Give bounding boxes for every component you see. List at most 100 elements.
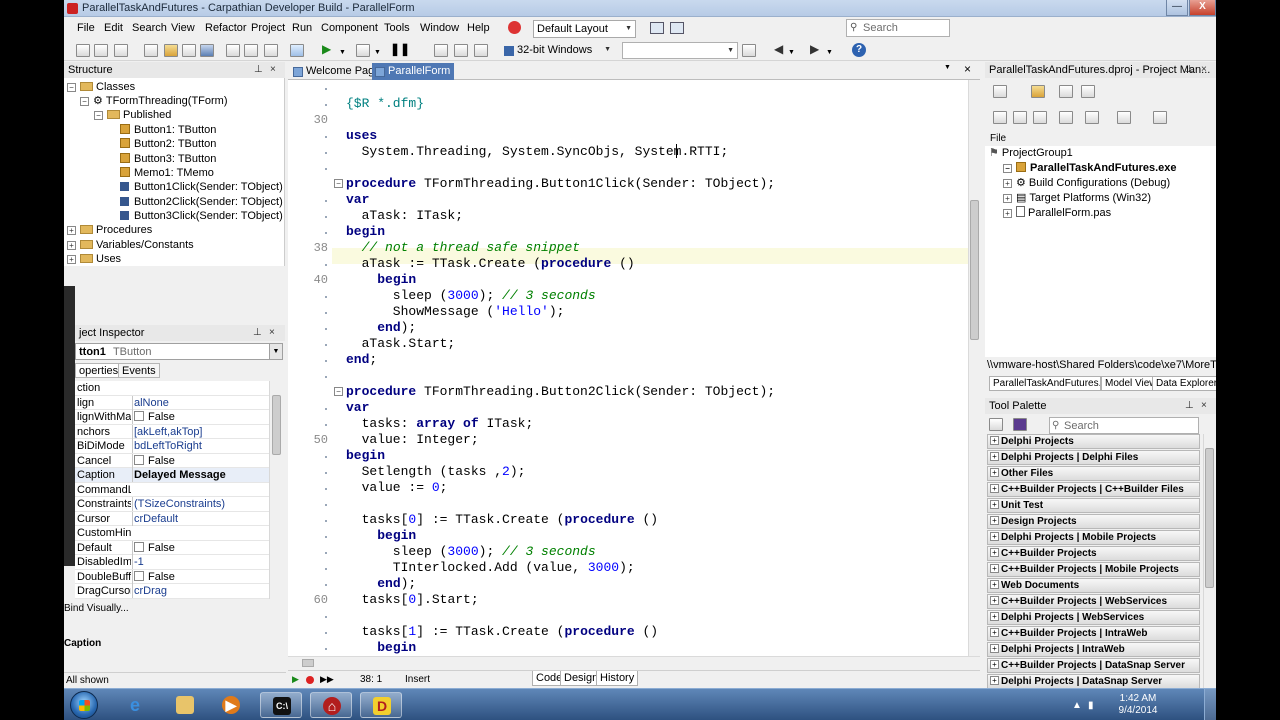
tree-item-method[interactable]: Button1Click(Sender: TObject) [120,180,283,194]
back-arrow-icon[interactable]: ◀ [774,42,783,56]
palette-category[interactable]: + Delphi Projects [987,434,1200,449]
tree-item-method[interactable]: Button3Click(Sender: TObject) [120,209,283,223]
remove-icon[interactable] [1059,85,1073,98]
expand-icon[interactable]: + [990,484,999,493]
expand-icon[interactable]: + [990,580,999,589]
palette-category[interactable]: + C++Builder Projects | Mobile Projects [987,562,1200,577]
tab-welcome-page[interactable]: Welcome Page [290,63,384,80]
expand-icon[interactable]: + [990,452,999,461]
property-row[interactable]: Cancel False [75,453,269,468]
tree-item-class[interactable]: − ⚙ TFormThreading(TForm) [80,94,228,108]
expand-icon[interactable]: + [67,226,76,235]
palette-category[interactable]: + Other Files [987,466,1200,481]
tab-events[interactable]: Events [118,363,160,378]
property-row[interactable]: Constraints (TSizeConstraints) [75,497,269,512]
property-value[interactable]: [akLeft,akTop] [132,424,269,439]
property-scrollbar[interactable] [269,381,283,599]
sort-icon[interactable] [1059,111,1073,124]
property-value[interactable]: False [132,569,269,584]
palette-category[interactable]: + C++Builder Projects | DataSnap Server [987,658,1200,673]
macro-play-icon[interactable]: ▶▶ [320,674,334,685]
property-row[interactable]: lign alNone [75,395,269,410]
tab-data-explorer[interactable]: Data Explorer [1152,376,1216,391]
collapse-icon[interactable]: − [67,83,76,92]
scroll-thumb[interactable] [302,659,314,667]
bind-visually-link[interactable]: Bind Visually... [64,603,129,614]
scroll-thumb[interactable] [272,395,281,455]
step-over-icon[interactable] [454,44,468,57]
property-value[interactable]: crDrag [132,584,269,598]
play-icon[interactable]: ▶ [292,674,299,685]
property-row[interactable]: Caption Delayed Message [75,468,269,483]
layout-select[interactable]: Default Layout ▼ [533,20,636,38]
palette-scrollbar[interactable] [1203,434,1216,688]
collapse-icon[interactable]: − [94,111,103,120]
editor-vertical-scrollbar[interactable] [968,80,981,656]
close-icon[interactable]: × [1201,400,1207,411]
help-icon[interactable]: ? [852,43,866,57]
checkbox[interactable] [134,411,144,421]
expand-icon[interactable]: + [990,500,999,509]
menu-help[interactable]: Help [467,22,490,34]
tree-item-uses[interactable]: + Uses [67,252,121,266]
menu-run[interactable]: Run [292,22,312,34]
expand-icon[interactable]: + [1003,194,1012,203]
open-icon[interactable] [144,44,158,57]
palette-search-input[interactable]: ⚲ Search [1049,417,1199,434]
expand-icon[interactable]: + [990,612,999,621]
fold-icon[interactable]: − [334,179,343,188]
ide-search-input[interactable]: ⚲ Search [846,19,950,37]
property-value[interactable]: alNone [132,395,269,410]
menu-file[interactable]: File [77,22,95,34]
palette-category[interactable]: + Delphi Projects | WebServices [987,610,1200,625]
palette-category[interactable]: + Design Projects [987,514,1200,529]
property-row[interactable]: CommandLi [75,483,269,497]
tab-parallel-form[interactable]: ParallelForm [372,63,455,80]
chevron-down-icon[interactable]: ▼ [788,46,795,60]
scroll-thumb[interactable] [970,200,979,340]
menu-search[interactable]: Search [132,22,167,34]
tab-properties[interactable]: operties [75,363,123,378]
property-row[interactable]: DisabledIma-1 [75,555,269,570]
record-icon[interactable] [508,21,521,34]
expand-icon[interactable]: + [990,628,999,637]
new-items-icon[interactable] [94,44,108,57]
palette-category[interactable]: + C++Builder Projects | C++Builder Files [987,482,1200,497]
tab-history[interactable]: History [596,671,639,686]
pause-icon[interactable]: ❚❚ [390,42,410,56]
close-tab-icon[interactable]: × [964,62,971,76]
save-icon[interactable] [200,44,214,57]
run-icon[interactable]: ▶ [322,42,331,56]
show-hidden-icons[interactable]: ▲ [1072,700,1082,711]
property-row[interactable]: DoubleBuffe False [75,569,269,584]
project-child-item[interactable]: + ▤ Target Platforms (Win32) [1003,191,1151,206]
minimize-button[interactable]: — [1166,0,1188,16]
record-macro-icon[interactable] [306,676,314,684]
chevron-down-icon[interactable]: ▼ [374,46,381,60]
property-row[interactable]: BiDiMode bdLeftToRight [75,439,269,454]
property-row[interactable]: lignWithMa False [75,410,269,425]
property-value[interactable]: False [132,410,269,424]
expand-icon[interactable]: + [990,676,999,685]
palette-category[interactable]: + C++Builder Projects | IntraWeb [987,626,1200,641]
tree-item-member[interactable]: Button2: TButton [120,137,216,151]
collapsed-side-bar[interactable] [64,286,75,566]
network-icon[interactable]: ▮ [1088,700,1094,711]
desktop-layout-icon[interactable] [670,22,684,34]
palette-category[interactable]: + Unit Test [987,498,1200,513]
property-row[interactable]: ction [75,381,269,396]
property-value[interactable]: Delayed Message [132,468,269,482]
project-item[interactable]: − ParallelTaskAndFutures.exe [1003,161,1177,176]
chevron-down-icon[interactable]: ▼ [826,46,833,60]
pin-icon[interactable]: ⊥ [253,327,262,338]
fold-icon[interactable]: − [334,387,343,396]
history-icon[interactable] [742,44,756,57]
menu-refactor[interactable]: Refactor [205,22,247,34]
new-icon[interactable] [76,44,90,57]
forward-arrow-icon[interactable]: ▶ [810,42,819,56]
project-group-item[interactable]: ⚑ ProjectGroup1 [989,146,1073,161]
close-file-icon[interactable] [114,44,128,57]
checkbox[interactable] [134,570,144,581]
menu-component[interactable]: Component [321,22,378,34]
taskbar-cmd[interactable]: C:\ [260,692,302,718]
